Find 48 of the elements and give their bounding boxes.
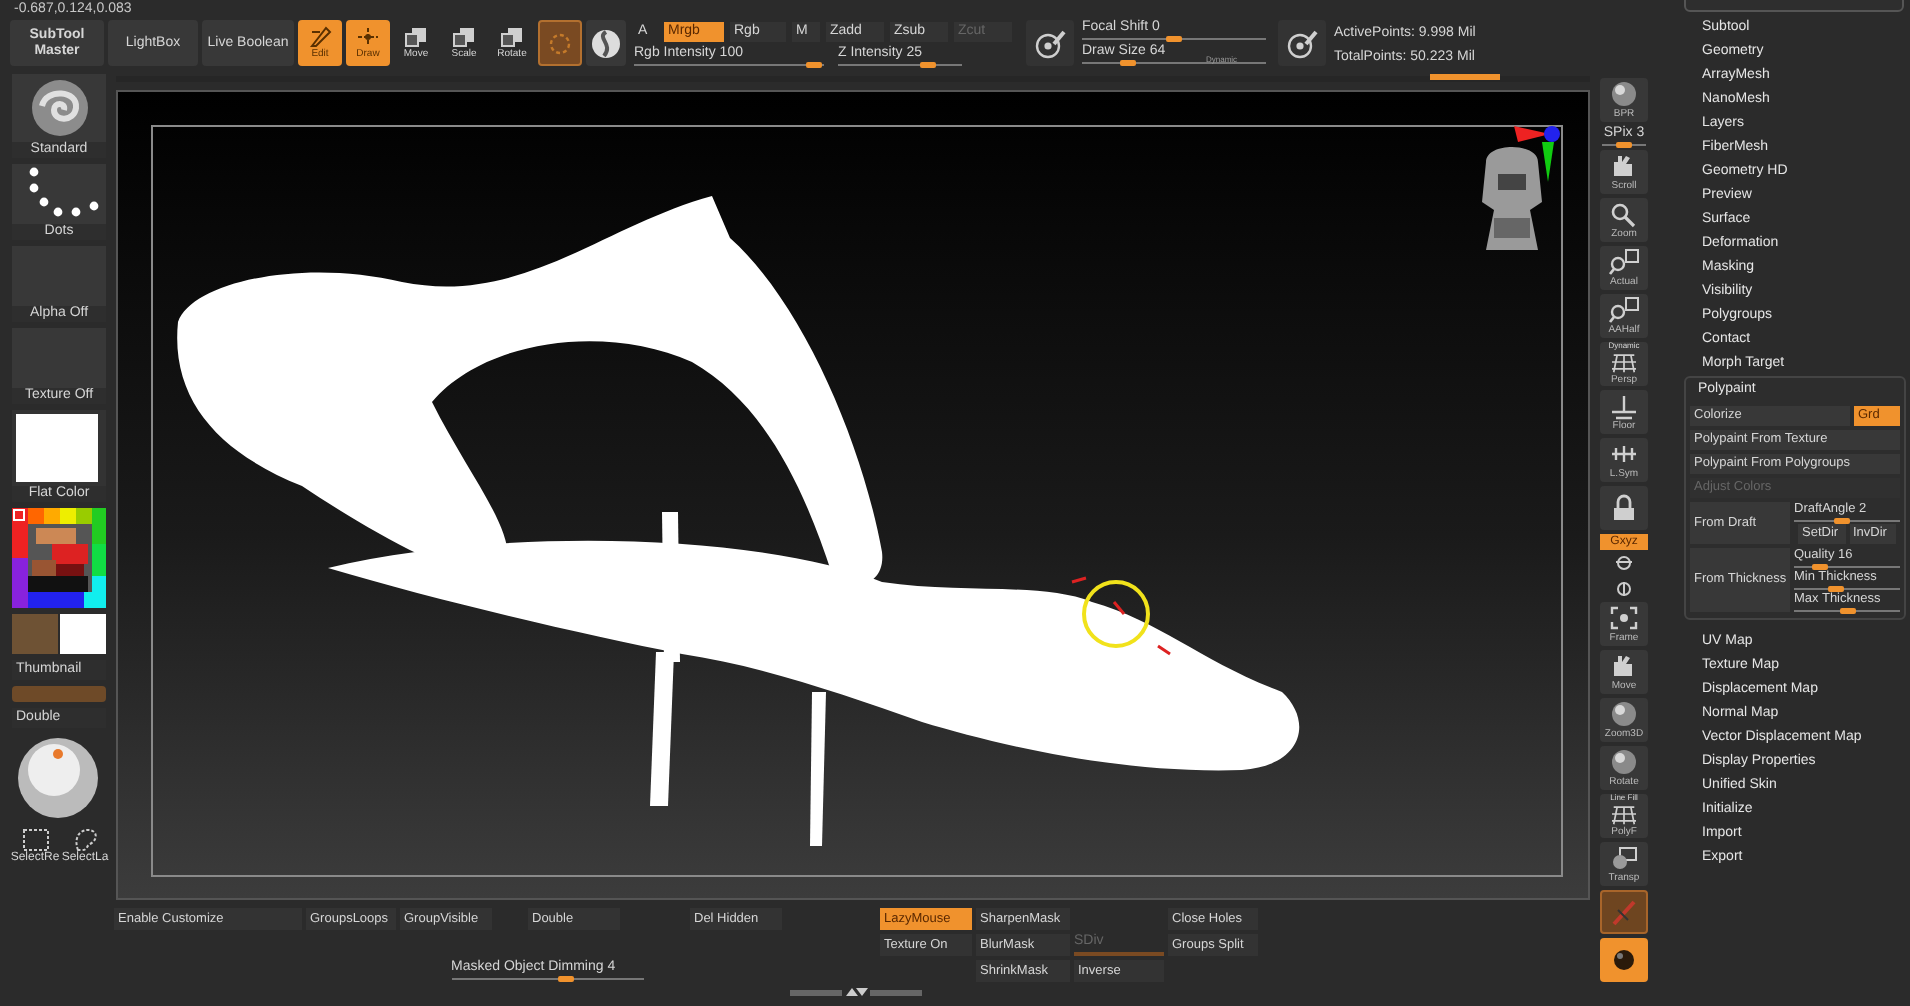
sphere-icon [590,27,622,59]
lock-icon [1608,494,1640,522]
dashed-circle-icon [546,31,574,55]
collapse-handle-icon [790,988,922,998]
main-color-swatch[interactable] [12,614,58,654]
slider-thumb[interactable] [1120,60,1136,66]
slider-thumb[interactable] [1166,36,1182,42]
slider-thumb[interactable] [1616,142,1632,148]
navigation-head-icon [1482,147,1542,250]
color-picker [12,508,106,608]
slider-thumb[interactable] [1833,518,1850,524]
brush-target-icon [1032,27,1068,59]
progress-indicator [1430,74,1500,80]
brush-stroke-icon [1608,898,1640,926]
axis-gizmo-icon [1514,126,1560,182]
pencil-icon [308,26,332,48]
sphere-icon [1608,700,1640,728]
slider-thumb[interactable] [558,976,575,982]
sphere-icon [1608,748,1640,776]
layers-icon [1608,844,1640,872]
dashed-rectangle-icon [21,828,49,852]
material-sphere-icon [12,734,104,822]
slider-thumb[interactable] [1839,608,1855,614]
sphere-icon [1608,946,1640,974]
slider-thumb[interactable] [1828,586,1845,592]
magnifier-icon [1608,200,1640,228]
symmetry-icon [1608,440,1640,468]
sphere-icon [1608,80,1640,108]
brush-settings-button[interactable] [1278,20,1326,66]
crosshair-icon [356,26,380,48]
grid-icon [1608,802,1640,826]
frame-icon [1608,604,1640,632]
grid-icon [1608,350,1640,374]
magnifier-icon [1608,248,1640,276]
floor-grid-icon [1608,392,1640,420]
brush-cursor-icon [1070,576,1172,656]
view-button[interactable] [1600,486,1648,530]
brush-target-icon [1284,27,1320,59]
lasso-icon [71,828,99,852]
view-button[interactable] [1600,938,1648,982]
slider-thumb[interactable] [806,61,823,67]
slider-thumb[interactable] [1812,564,1829,570]
material-button[interactable] [586,20,626,66]
slider-thumb[interactable] [919,61,936,67]
color-bar [12,686,106,702]
focal-button[interactable] [1026,20,1074,66]
magnifier-icon [1608,296,1640,324]
secondary-color-swatch[interactable] [60,614,106,654]
